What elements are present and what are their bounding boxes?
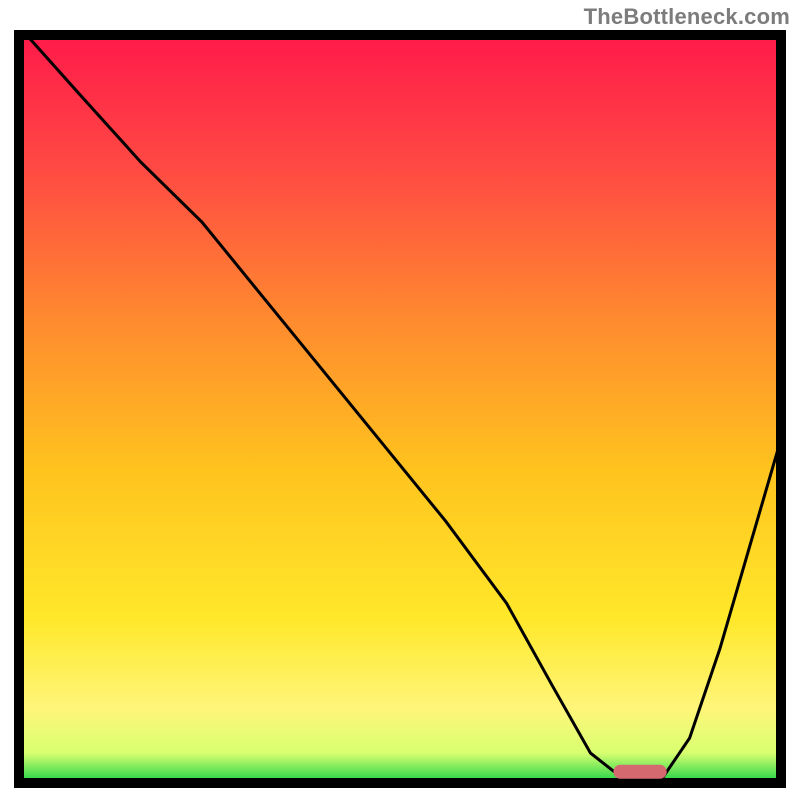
optimal-marker	[613, 765, 666, 779]
plot-background	[19, 35, 781, 783]
watermark-text: TheBottleneck.com	[584, 4, 790, 30]
chart-svg	[14, 30, 786, 790]
